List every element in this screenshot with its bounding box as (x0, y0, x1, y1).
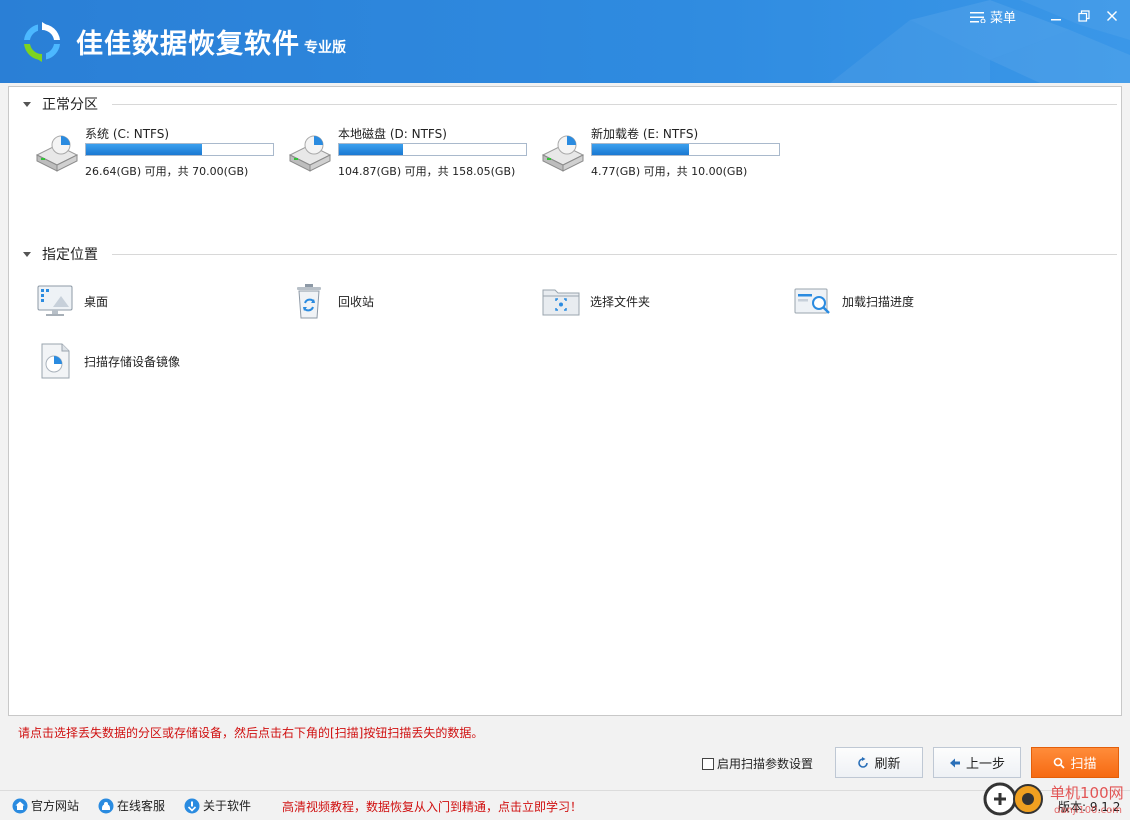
app-edition: 专业版 (304, 40, 346, 56)
close-button[interactable] (1101, 6, 1123, 26)
arrow-left-icon (949, 758, 960, 767)
drive-name: 新加载卷 (E: NTFS) (591, 127, 699, 141)
instruction-hint: 请点击选择丢失数据的分区或存储设备，然后点击右下角的[扫描]按钮扫描丢失的数据。 (18, 726, 484, 740)
menu-label: 菜单 (990, 11, 1017, 26)
drive-item-c[interactable]: 系统 (C: NTFS) 26.64(GB) 可用，共 70.00(GB) (33, 125, 283, 181)
official-website-link[interactable]: 官方网站 (12, 797, 79, 814)
desktop-icon (37, 285, 73, 316)
home-icon (12, 798, 28, 813)
location-label: 扫描存储设备镜像 (84, 354, 181, 369)
location-label: 选择文件夹 (590, 294, 651, 309)
online-support-link[interactable]: 在线客服 (98, 797, 165, 814)
drive-usage-fill (86, 144, 202, 155)
locations-section-header[interactable]: 指定位置 (9, 244, 1117, 264)
location-load-progress[interactable]: 加载扫描进度 (793, 281, 914, 321)
folder-icon (542, 289, 580, 316)
drive-usage-fill (339, 144, 403, 155)
minimize-icon (1051, 19, 1061, 21)
drive-capacity-text: 26.64(GB) 可用，共 70.00(GB) (85, 165, 249, 178)
close-icon (1107, 11, 1117, 21)
checkbox-box[interactable] (702, 757, 714, 770)
location-label: 回收站 (338, 294, 375, 309)
collapse-triangle-icon (23, 251, 31, 257)
drive-usage-bar (338, 143, 527, 156)
locations-section-title: 指定位置 (42, 247, 98, 263)
drive-usage-fill (592, 144, 690, 155)
minimize-button[interactable] (1045, 6, 1067, 26)
app-title: 佳佳数据恢复软件 (76, 29, 300, 60)
watermark-domain: danji100.com (1054, 805, 1122, 816)
drive-usage-bar (591, 143, 780, 156)
partitions-section-title: 正常分区 (42, 97, 98, 113)
restore-button[interactable] (1073, 6, 1095, 26)
app-logo-icon (24, 22, 60, 62)
drive-usage-bar (85, 143, 274, 156)
support-label: 在线客服 (117, 799, 166, 813)
back-label: 上一步 (965, 757, 1005, 772)
refresh-label: 刷新 (874, 757, 901, 772)
about-software-link[interactable]: 关于软件 (184, 797, 251, 814)
support-icon (98, 798, 114, 813)
refresh-button[interactable]: 刷新 (835, 747, 923, 778)
drive-name: 本地磁盘 (D: NTFS) (338, 127, 447, 141)
hard-drive-icon (288, 135, 332, 172)
recycle-bin-icon (297, 284, 321, 319)
menu-icon (970, 11, 986, 23)
drive-item-d[interactable]: 本地磁盘 (D: NTFS) 104.87(GB) 可用，共 158.05(GB… (286, 125, 536, 181)
location-select-folder[interactable]: 选择文件夹 (541, 281, 650, 321)
menu-button[interactable]: 菜单 (970, 7, 1016, 26)
location-desktop[interactable]: 桌面 (35, 281, 108, 321)
location-disk-image[interactable]: 扫描存储设备镜像 (35, 341, 180, 381)
section-divider (112, 103, 1117, 105)
section-divider (112, 253, 1117, 255)
restore-icon (1078, 10, 1090, 22)
status-bar: 官方网站 在线客服 关于软件 高清视频教程，数据恢复从入门到精通，点击立即学习！… (0, 790, 1130, 820)
watermark-text: 单机100网 (1050, 784, 1124, 802)
video-tutorial-link[interactable]: 高清视频教程，数据恢复从入门到精通，点击立即学习！ (282, 798, 582, 815)
scan-button[interactable]: 扫描 (1031, 747, 1119, 778)
load-progress-icon (794, 288, 830, 314)
search-icon (1054, 757, 1066, 769)
collapse-triangle-icon (23, 101, 31, 107)
back-button[interactable]: 上一步 (933, 747, 1021, 778)
refresh-icon (858, 756, 869, 768)
disk-image-icon (41, 343, 70, 379)
hard-drive-icon (35, 135, 79, 172)
scan-params-label: 启用扫描参数设置 (717, 757, 814, 771)
scan-label: 扫描 (1070, 757, 1097, 772)
drive-capacity-text: 104.87(GB) 可用，共 158.05(GB) (338, 165, 516, 178)
partitions-section-header[interactable]: 正常分区 (9, 94, 1117, 114)
about-label: 关于软件 (203, 799, 252, 813)
hard-drive-icon (541, 135, 585, 172)
website-label: 官方网站 (31, 799, 80, 813)
title-bar: 佳佳数据恢复软件 专业版 菜单 (0, 0, 1130, 83)
main-panel: 正常分区 系统 (C: NTFS) 26.64(GB) 可用，共 70.00(G… (8, 86, 1122, 716)
drive-name: 系统 (C: NTFS) (85, 127, 170, 141)
location-recycle-bin[interactable]: 回收站 (289, 281, 374, 321)
info-icon (184, 798, 200, 813)
drive-capacity-text: 4.77(GB) 可用，共 10.00(GB) (591, 165, 748, 178)
drive-item-e[interactable]: 新加载卷 (E: NTFS) 4.77(GB) 可用，共 10.00(GB) (539, 125, 789, 181)
watermark-logo: 单机100网 danji100.com (983, 782, 1124, 816)
scan-params-checkbox[interactable]: 启用扫描参数设置 (702, 755, 813, 772)
location-label: 桌面 (84, 294, 109, 309)
location-label: 加载扫描进度 (842, 294, 915, 309)
